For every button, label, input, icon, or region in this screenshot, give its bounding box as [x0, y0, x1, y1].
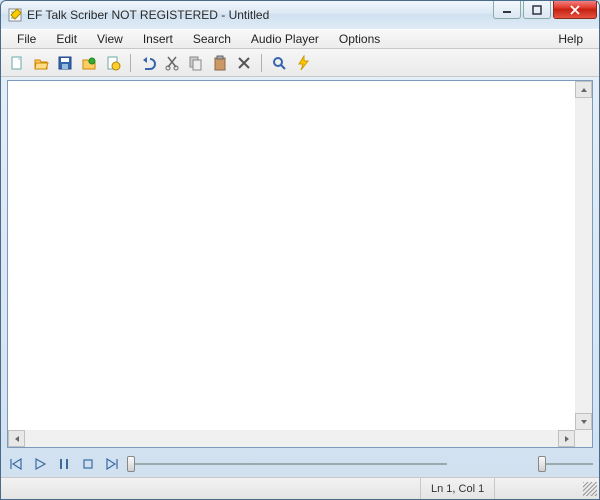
toolbar-separator: [261, 54, 262, 72]
stop-button[interactable]: [79, 455, 97, 473]
horizontal-scrollbar[interactable]: [8, 430, 575, 447]
stop-icon: [81, 457, 95, 471]
audio-player-bar: [7, 451, 593, 477]
menu-insert[interactable]: Insert: [133, 32, 183, 46]
window-title: EF Talk Scriber NOT REGISTERED - Untitle…: [27, 8, 269, 22]
menu-help[interactable]: Help: [548, 32, 593, 46]
copy-button[interactable]: [186, 53, 206, 73]
skip-next-button[interactable]: [103, 455, 121, 473]
scroll-up-icon[interactable]: [575, 81, 592, 98]
delete-button[interactable]: [234, 53, 254, 73]
scroll-down-icon[interactable]: [575, 413, 592, 430]
menu-view[interactable]: View: [87, 32, 133, 46]
play-button[interactable]: [31, 455, 49, 473]
open-icon: [33, 55, 49, 71]
scrollbar-track[interactable]: [25, 430, 558, 447]
resize-grip-icon[interactable]: [583, 482, 597, 496]
copy-icon: [188, 55, 204, 71]
menubar: File Edit View Insert Search Audio Playe…: [1, 29, 599, 49]
window-controls: [493, 1, 599, 19]
find-icon: [271, 55, 287, 71]
skip-next-icon: [105, 457, 119, 471]
paste-button[interactable]: [210, 53, 230, 73]
new-button[interactable]: [7, 53, 27, 73]
skip-prev-icon: [9, 457, 23, 471]
cut-button[interactable]: [162, 53, 182, 73]
menu-options[interactable]: Options: [329, 32, 390, 46]
scrollbar-corner: [575, 430, 592, 447]
menu-file[interactable]: File: [7, 32, 46, 46]
editor-area: [7, 80, 593, 448]
insert-timestamp-icon: [105, 55, 121, 71]
action-icon: [295, 55, 311, 71]
paste-icon: [212, 55, 228, 71]
menu-audio-player[interactable]: Audio Player: [241, 32, 329, 46]
maximize-button[interactable]: [523, 1, 551, 19]
pause-icon: [57, 457, 71, 471]
scrollbar-track[interactable]: [575, 98, 592, 413]
status-cell-main: [1, 478, 421, 499]
status-cursor-position: Ln 1, Col 1: [421, 478, 495, 499]
save-button[interactable]: [55, 53, 75, 73]
volume-slider[interactable]: [538, 455, 593, 473]
editor: [7, 80, 593, 448]
toolbar-separator: [130, 54, 131, 72]
cut-icon: [164, 55, 180, 71]
scroll-left-icon[interactable]: [8, 430, 25, 447]
open-button[interactable]: [31, 53, 51, 73]
statusbar: Ln 1, Col 1: [1, 477, 599, 499]
close-button[interactable]: [553, 1, 597, 19]
titlebar[interactable]: EF Talk Scriber NOT REGISTERED - Untitle…: [1, 1, 599, 29]
app-icon: [7, 7, 23, 23]
position-slider[interactable]: [127, 455, 447, 473]
pause-button[interactable]: [55, 455, 73, 473]
vertical-scrollbar[interactable]: [575, 81, 592, 430]
open-audio-button[interactable]: [79, 53, 99, 73]
scroll-right-icon[interactable]: [558, 430, 575, 447]
app-window: EF Talk Scriber NOT REGISTERED - Untitle…: [0, 0, 600, 500]
play-icon: [33, 457, 47, 471]
save-icon: [57, 55, 73, 71]
minimize-button[interactable]: [493, 1, 521, 19]
find-button[interactable]: [269, 53, 289, 73]
insert-timestamp-button[interactable]: [103, 53, 123, 73]
action-button[interactable]: [293, 53, 313, 73]
skip-prev-button[interactable]: [7, 455, 25, 473]
text-editor[interactable]: [8, 81, 575, 430]
menu-search[interactable]: Search: [183, 32, 241, 46]
menu-edit[interactable]: Edit: [46, 32, 87, 46]
new-icon: [9, 55, 25, 71]
delete-icon: [236, 55, 252, 71]
undo-icon: [140, 55, 156, 71]
toolbar: [1, 49, 599, 77]
undo-button[interactable]: [138, 53, 158, 73]
open-audio-icon: [81, 55, 97, 71]
